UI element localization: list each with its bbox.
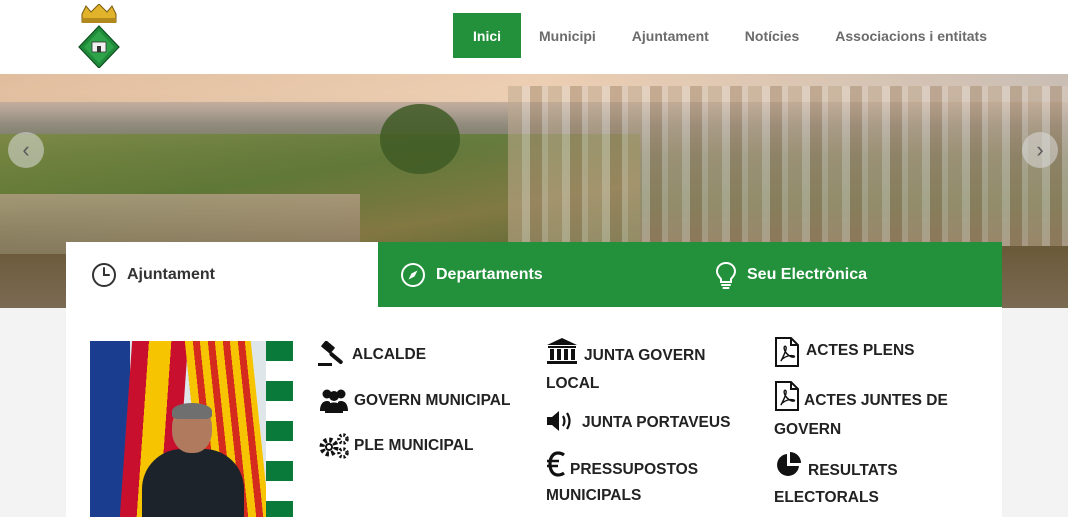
link-pressupostos-municipals[interactable]: PRESSUPOSTOS MUNICIPALS [546, 451, 746, 507]
link-actes-juntes-govern[interactable]: ACTES JUNTES DE GOVERN [774, 381, 984, 441]
compass-icon [400, 262, 426, 288]
users-icon [318, 387, 350, 413]
lightbulb-icon [715, 261, 737, 289]
pdf-file-icon [774, 381, 800, 418]
tab-label: Seu Electrònica [747, 265, 868, 283]
tab-seu-electronica[interactable]: Seu Electrònica [689, 242, 1002, 307]
link-label: PRESSUPOSTOS MUNICIPALS [546, 461, 699, 504]
nav-item-associacions[interactable]: Associacions i entitats [817, 13, 1005, 58]
nav-item-noticies[interactable]: Notícies [727, 13, 817, 58]
local-flag [266, 341, 293, 517]
link-label: ACTES JUNTES DE GOVERN [774, 392, 948, 438]
site-header: Inici Municipi Ajuntament Notícies Assoc… [0, 0, 1068, 74]
link-resultats-electorals[interactable]: RESULTATS ELECTORALS [774, 451, 974, 509]
slider-prev-button[interactable]: ‹ [8, 132, 44, 168]
link-alcalde[interactable]: ALCALDE [318, 341, 426, 367]
mayor-figure-body [142, 449, 244, 517]
chevron-left-icon: ‹ [22, 137, 30, 162]
page: Inici Municipi Ajuntament Notícies Assoc… [0, 0, 1068, 517]
tab-label: Ajuntament [127, 265, 215, 283]
gears-icon [318, 432, 350, 460]
link-ple-municipal[interactable]: PLE MUNICIPAL [318, 432, 473, 460]
pdf-file-icon [774, 337, 800, 367]
link-actes-plens[interactable]: ACTES PLENS [774, 337, 915, 367]
euro-icon [546, 451, 566, 484]
hero-image-town [508, 86, 1068, 246]
hero-image-trees [380, 104, 460, 174]
link-govern-municipal[interactable]: GOVERN MUNICIPAL [318, 389, 510, 413]
nav-item-ajuntament[interactable]: Ajuntament [614, 13, 727, 58]
ajuntament-panel: ALCALDE GOVERN MUNICIPAL PLE MUNICIPAL J… [66, 307, 1002, 517]
tab-label: Departaments [436, 265, 543, 283]
pie-chart-icon [774, 451, 802, 486]
mayor-photo [90, 341, 293, 517]
gavel-icon [318, 341, 348, 367]
tab-departaments[interactable]: Departaments [378, 242, 689, 307]
volume-icon [546, 409, 574, 433]
chevron-right-icon: › [1036, 137, 1044, 162]
section-tabs: Ajuntament Departaments Seu Electrònica [66, 242, 1002, 307]
tab-ajuntament[interactable]: Ajuntament [66, 242, 378, 307]
institution-icon [546, 337, 578, 372]
link-junta-govern-local[interactable]: JUNTA GOVERN LOCAL [546, 337, 746, 395]
main-nav: Inici Municipi Ajuntament Notícies Assoc… [453, 13, 1005, 58]
link-junta-portaveus[interactable]: JUNTA PORTAVEUS [546, 411, 730, 434]
nav-item-inici[interactable]: Inici [453, 13, 522, 58]
slider-next-button[interactable]: › [1022, 132, 1058, 168]
nav-item-municipi[interactable]: Municipi [521, 13, 614, 58]
town-logo[interactable] [78, 3, 120, 69]
mayor-figure-hair [172, 403, 212, 419]
clock-icon [91, 262, 117, 288]
